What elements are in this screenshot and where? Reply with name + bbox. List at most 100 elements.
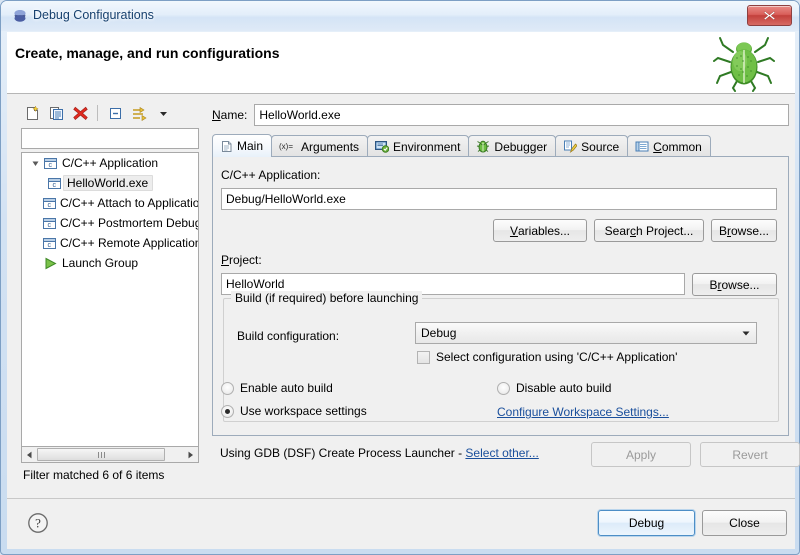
chevron-down-icon[interactable] xyxy=(736,328,756,338)
project-label: Project: xyxy=(221,253,262,267)
page-title: Create, manage, and run configurations xyxy=(15,45,280,61)
expand-arrow-icon[interactable] xyxy=(28,159,42,168)
tree-item-c-cpp-application[interactable]: c C/C++ Application xyxy=(22,153,198,173)
build-configuration-label: Build configuration: xyxy=(237,329,340,343)
variables-button[interactable]: Variables... xyxy=(493,219,587,242)
filter-input[interactable] xyxy=(21,128,199,149)
copy-document-icon[interactable] xyxy=(45,102,67,124)
new-document-icon[interactable] xyxy=(21,102,43,124)
configure-workspace-settings-link[interactable]: Configure Workspace Settings... xyxy=(497,405,669,419)
tab-bar: Main (x)= Arguments Environment Debugger… xyxy=(212,134,789,157)
close-icon[interactable] xyxy=(747,5,792,26)
dialog-header: Create, manage, and run configurations xyxy=(7,32,795,94)
red-x-delete-icon[interactable] xyxy=(69,102,91,124)
green-bug-icon xyxy=(713,36,775,93)
c-application-icon: c xyxy=(42,196,57,211)
build-group-title: Build (if required) before launching xyxy=(231,291,423,305)
window-title: Debug Configurations xyxy=(33,8,154,22)
select-configuration-checkbox-row[interactable]: Select configuration using 'C/C++ Applic… xyxy=(417,350,677,364)
svg-text:c: c xyxy=(48,202,52,209)
browse-application-button[interactable]: Br owse... xyxy=(711,219,777,242)
use-workspace-settings-radio-row[interactable]: Use workspace settings xyxy=(221,404,367,418)
enable-auto-build-radio[interactable] xyxy=(221,381,234,395)
tree-item-c-cpp-attach-to-application[interactable]: c C/C++ Attach to Application xyxy=(22,193,198,213)
tree-item-label: C/C++ Application xyxy=(62,156,159,170)
chevron-down-icon[interactable] xyxy=(152,102,174,124)
svg-text:c: c xyxy=(49,162,53,169)
tree-item-label: C/C++ Remote Application xyxy=(60,236,199,250)
tree-horizontal-scrollbar[interactable] xyxy=(21,446,199,463)
disable-auto-build-radio[interactable] xyxy=(497,381,510,395)
tab-source[interactable]: Source xyxy=(555,135,629,157)
search-project-button[interactable]: Sear c h Project... xyxy=(594,219,704,242)
apply-button[interactable]: Apply xyxy=(591,442,691,467)
tab-main[interactable]: Main xyxy=(212,134,273,157)
use-workspace-settings-radio[interactable] xyxy=(221,404,234,418)
application-input[interactable] xyxy=(221,188,777,210)
scrollbar-thumb[interactable] xyxy=(37,448,165,461)
build-configuration-value: Debug xyxy=(421,326,457,340)
tab-common[interactable]: Common xyxy=(627,135,711,157)
tab-debugger[interactable]: Debugger xyxy=(468,135,557,157)
c-application-icon: c xyxy=(42,216,57,231)
c-application-icon: c xyxy=(46,176,63,191)
bug-gear-icon xyxy=(476,140,490,153)
svg-text:c: c xyxy=(48,222,52,229)
configurations-panel: c C/C++ Application c HelloWorld.exe c C… xyxy=(17,100,203,492)
debug-configurations-dialog: Debug Configurations Create, manage, and… xyxy=(0,0,800,555)
tree-item-launch-group[interactable]: Launch Group xyxy=(22,253,198,273)
build-configuration-combo[interactable]: Debug xyxy=(415,322,757,344)
source-lookup-icon xyxy=(563,140,578,153)
application-label: C/C++ Application: xyxy=(221,168,321,182)
green-play-icon xyxy=(42,256,59,271)
enable-auto-build-radio-row[interactable]: Enable auto build xyxy=(221,381,333,395)
filter-status-label: Filter matched 6 of 6 items xyxy=(23,468,165,482)
filter-icon[interactable] xyxy=(128,102,150,124)
environment-icon xyxy=(375,140,390,153)
configuration-editor-panel: Name: Main xyxy=(212,100,800,492)
name-input[interactable] xyxy=(254,104,789,126)
c-application-icon: c xyxy=(42,236,57,251)
enable-auto-build-label: Enable auto build xyxy=(240,381,333,395)
title-bar: Debug Configurations xyxy=(1,1,799,31)
launcher-status-row: Using GDB (DSF) Create Process Launcher … xyxy=(220,446,539,460)
svg-text:?: ? xyxy=(35,516,41,531)
tab-label: Arguments xyxy=(301,139,360,154)
tab-environment[interactable]: Environment xyxy=(367,135,470,157)
c-application-icon: c xyxy=(42,156,59,171)
use-workspace-settings-label: Use workspace settings xyxy=(240,404,367,418)
tree-item-label: C/C++ Postmortem Debugger xyxy=(60,216,198,230)
scroll-right-arrow-icon[interactable] xyxy=(183,447,198,462)
debug-button[interactable]: Debug xyxy=(598,510,695,536)
scroll-left-arrow-icon[interactable] xyxy=(22,447,37,462)
disable-auto-build-radio-row[interactable]: Disable auto build xyxy=(497,381,611,395)
disable-auto-build-label: Disable auto build xyxy=(516,381,612,395)
name-row: Name: xyxy=(212,104,789,126)
select-configuration-label: Select configuration using 'C/C++ Applic… xyxy=(436,350,678,364)
close-button[interactable]: Close xyxy=(702,510,787,536)
name-label: Name: xyxy=(212,108,248,122)
tree-item-helloworld-exe[interactable]: c HelloWorld.exe xyxy=(22,173,198,193)
configurations-toolbar xyxy=(17,100,203,126)
variables-xy-icon: (x)= xyxy=(279,140,297,153)
svg-text:(x)=: (x)= xyxy=(279,142,293,151)
tree-item-c-cpp-remote-application[interactable]: c C/C++ Remote Application xyxy=(22,233,198,253)
tab-arguments[interactable]: (x)= Arguments xyxy=(271,135,369,157)
dialog-footer: ? Debug Close xyxy=(7,498,795,549)
select-configuration-checkbox[interactable] xyxy=(417,350,430,364)
tree-item-label: Launch Group xyxy=(62,256,139,270)
tab-label: Main xyxy=(237,139,264,153)
help-question-icon[interactable]: ? xyxy=(27,512,49,537)
browse-project-button[interactable]: Br owse... xyxy=(692,273,777,296)
tab-label: Common xyxy=(653,139,702,154)
dialog-body: c C/C++ Application c HelloWorld.exe c C… xyxy=(7,94,800,498)
configurations-tree[interactable]: c C/C++ Application c HelloWorld.exe c C… xyxy=(21,152,199,446)
revert-button[interactable]: Revert xyxy=(700,442,800,467)
document-icon xyxy=(220,140,233,153)
tab-label: Source xyxy=(581,139,620,154)
select-other-launcher-link[interactable]: Select other... xyxy=(465,446,538,460)
tree-item-c-cpp-postmortem-debugger[interactable]: c C/C++ Postmortem Debugger xyxy=(22,213,198,233)
tab-label: Debugger xyxy=(494,139,548,154)
collapse-all-icon[interactable] xyxy=(104,102,126,124)
main-tab-panel: C/C++ Application: Variables... Search P… xyxy=(212,156,789,436)
